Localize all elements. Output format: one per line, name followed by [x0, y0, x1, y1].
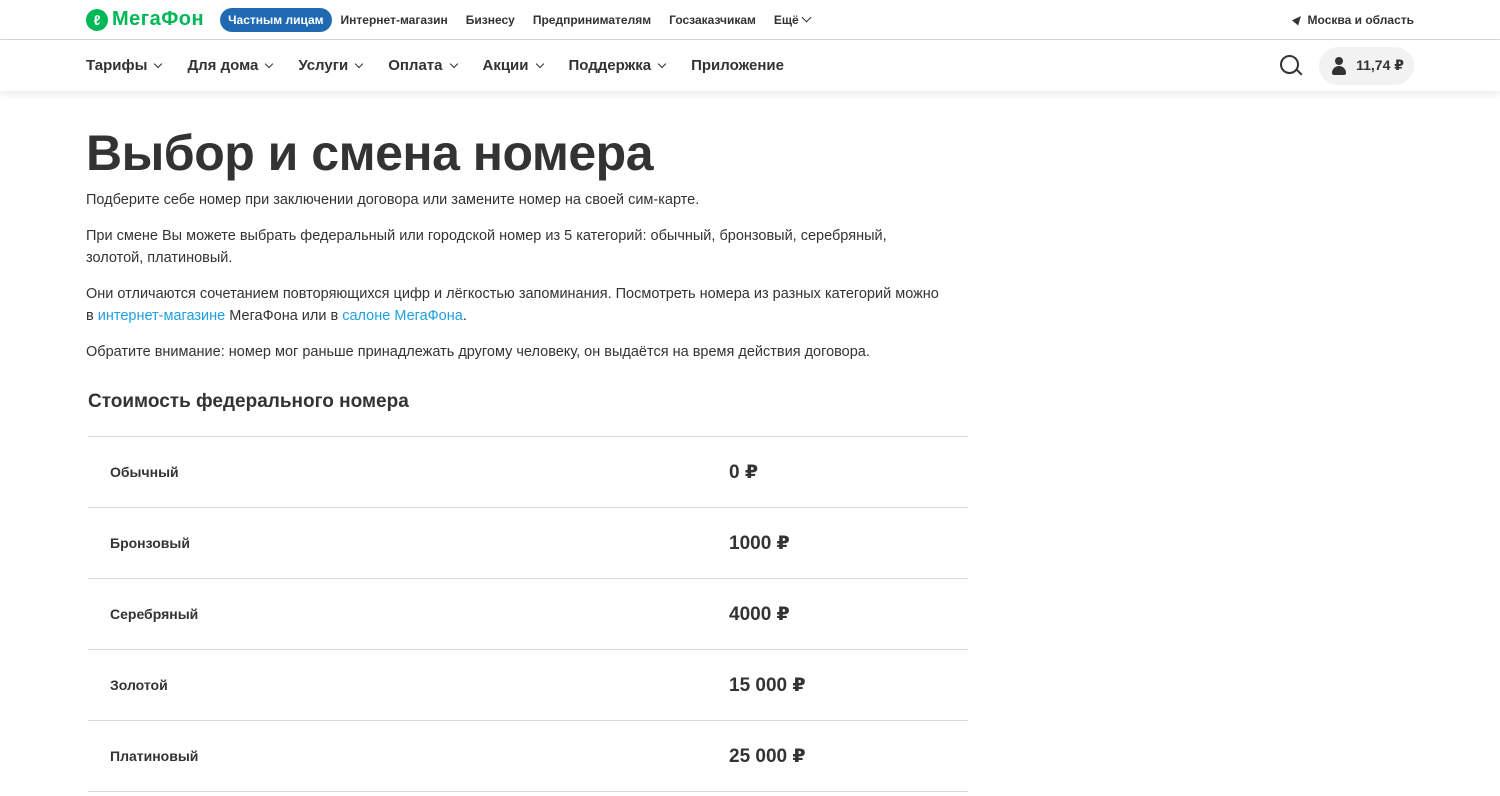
category-name: Бронзовый — [110, 535, 190, 551]
search-icon[interactable] — [1279, 54, 1303, 78]
nav-item-promotions[interactable]: Акции — [482, 57, 544, 74]
chevron-down-icon — [354, 59, 364, 68]
nav-item-label: Приложение — [691, 57, 784, 74]
price-table: Обычный 0 ₽ Бронзовый 1000 ₽ Серебряный … — [88, 436, 968, 792]
nav-item-label: Услуги — [298, 57, 349, 74]
price-row: Серебряный 4000 ₽ — [88, 579, 968, 650]
nav-item-label: Оплата — [388, 57, 443, 74]
region-label: Москва и область — [1307, 12, 1414, 27]
category-name: Платиновый — [110, 748, 199, 764]
nav-item-support[interactable]: Поддержка — [568, 57, 667, 74]
nav-item-label: Для дома — [187, 57, 259, 74]
main-nav: Тарифы Для дома Услуги Оплата Акции Подд… — [0, 40, 1500, 91]
price-row: Золотой 15 000 ₽ — [88, 650, 968, 721]
segment-business[interactable]: Бизнесу — [457, 9, 524, 31]
segment-private[interactable]: Частным лицам — [220, 7, 332, 32]
chevron-down-icon — [801, 12, 812, 23]
category-price: 25 000 ₽ — [729, 745, 806, 767]
category-name: Золотой — [110, 677, 168, 693]
online-shop-link[interactable]: интернет-магазине — [98, 308, 226, 324]
category-name: Обычный — [110, 464, 179, 480]
notice-paragraph: Обратите внимание: номер мог раньше прин… — [86, 344, 870, 360]
price-row: Платиновый 25 000 ₽ — [88, 721, 968, 792]
price-row: Обычный 0 ₽ — [88, 437, 968, 508]
category-price: 15 000 ₽ — [729, 674, 806, 696]
segment-entrepreneurs[interactable]: Предпринимателям — [524, 9, 660, 31]
chevron-down-icon — [154, 59, 163, 68]
chevron-down-icon — [657, 59, 667, 68]
category-price: 1000 ₽ — [729, 532, 790, 554]
intro-paragraph: Подберите себе номер при заключении дого… — [86, 192, 700, 208]
nav-right: 11,74 ₽ — [1279, 46, 1414, 85]
main-nav-items: Тарифы Для дома Услуги Оплата Акции Подд… — [86, 57, 810, 74]
nav-item-home[interactable]: Для дома — [187, 57, 274, 74]
location-arrow-icon — [1291, 13, 1304, 26]
where-to-see-paragraph: Они отличаются сочетанием повторяющихся … — [86, 283, 946, 327]
price-row: Бронзовый 1000 ₽ — [88, 508, 968, 579]
page-title: Выбор и смена номера — [86, 125, 654, 181]
paragraph-text: МегаФона или в — [225, 308, 343, 324]
account-button[interactable]: 11,74 ₽ — [1319, 46, 1414, 85]
categories-paragraph: При смене Вы можете выбрать федеральный … — [86, 228, 887, 266]
segment-online-shop[interactable]: Интернет-магазин — [332, 9, 457, 31]
store-link[interactable]: салоне МегаФона — [342, 308, 463, 324]
nav-item-label: Поддержка — [568, 57, 652, 74]
chevron-down-icon — [535, 59, 544, 68]
megafon-logo[interactable]: ℓ МегаФон — [86, 8, 204, 31]
logo-text: МегаФон — [112, 8, 205, 30]
nav-item-payment[interactable]: Оплата — [388, 57, 458, 74]
user-icon — [1332, 56, 1347, 75]
chevron-down-icon — [449, 59, 458, 68]
segment-government[interactable]: Госзаказчикам — [660, 9, 765, 31]
segment-nav: Частным лицам Интернет-магазин Бизнесу П… — [220, 7, 819, 32]
region-selector[interactable]: Москва и область — [1291, 12, 1414, 27]
nav-item-label: Тарифы — [86, 57, 148, 74]
section-title: Стоимость федерального номера — [88, 391, 409, 412]
main-content: Выбор и смена номера Подберите себе номе… — [0, 91, 1500, 792]
category-price: 0 ₽ — [729, 461, 759, 483]
nav-item-label: Акции — [482, 57, 529, 74]
segment-more[interactable]: Ещё — [765, 9, 819, 31]
top-bar: ℓ МегаФон Частным лицам Интернет-магазин… — [0, 0, 1500, 40]
balance-amount: 11,74 ₽ — [1356, 57, 1404, 73]
category-name: Серебряный — [110, 606, 199, 622]
category-price: 4000 ₽ — [729, 603, 790, 625]
nav-item-services[interactable]: Услуги — [298, 57, 364, 74]
segment-more-label: Ещё — [773, 12, 799, 27]
megafon-logo-icon: ℓ — [86, 8, 108, 31]
nav-item-tariffs[interactable]: Тарифы — [86, 57, 163, 74]
nav-item-app[interactable]: Приложение — [691, 57, 784, 74]
chevron-down-icon — [265, 59, 274, 68]
paragraph-text: . — [462, 308, 467, 324]
